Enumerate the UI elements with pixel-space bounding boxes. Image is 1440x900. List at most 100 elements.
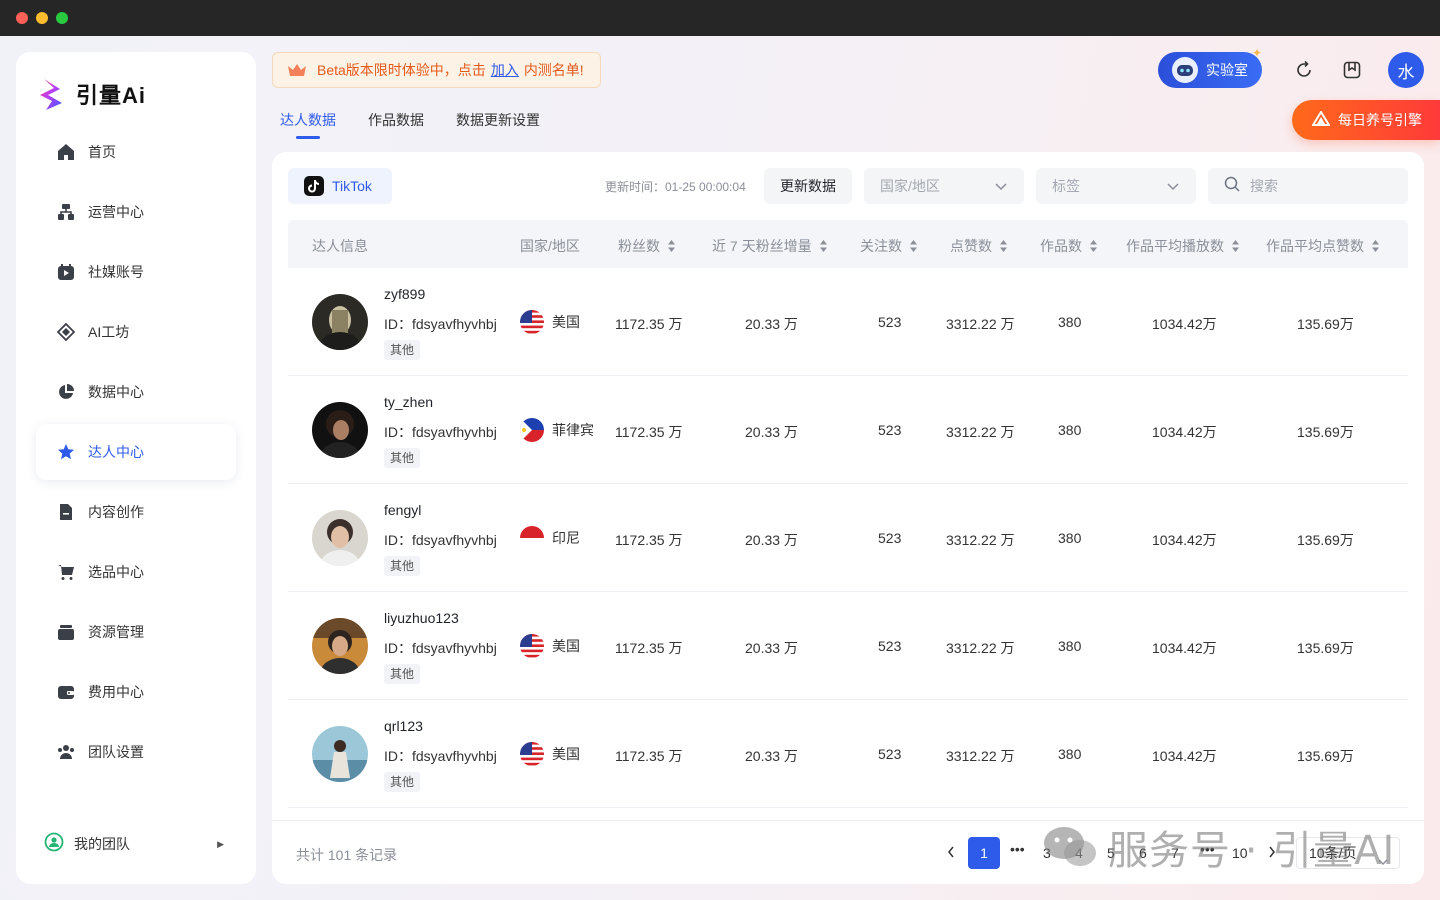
- tab-update-settings[interactable]: 数据更新设置: [456, 110, 540, 140]
- header-fans[interactable]: 粉丝数: [618, 236, 675, 256]
- tag-select[interactable]: 标签: [1036, 168, 1196, 204]
- header-avg-likes[interactable]: 作品平均点赞数: [1266, 236, 1379, 256]
- creator-tag: 其他: [384, 772, 421, 792]
- creator-data-card: TikTok 更新时间：01-25 00:00:04 更新数据 国家/地区 标签…: [272, 152, 1424, 884]
- country-name: 美国: [552, 746, 580, 762]
- us-flag-icon: [520, 310, 544, 334]
- creator-name[interactable]: qrl123: [384, 718, 423, 734]
- works-cell: 380: [1058, 422, 1082, 438]
- sort-icon: [1372, 240, 1379, 252]
- tab-creator-data[interactable]: 达人数据: [280, 110, 336, 140]
- prev-page-icon[interactable]: [946, 845, 956, 862]
- country-name: 菲律宾: [552, 422, 594, 438]
- sidebar-item-billing[interactable]: 费用中心: [36, 664, 236, 720]
- page-number[interactable]: 5: [1107, 845, 1115, 861]
- sort-icon: [910, 240, 917, 252]
- sort-icon: [1232, 240, 1239, 252]
- page-number[interactable]: 4: [1075, 845, 1083, 861]
- search-input[interactable]: [1250, 178, 1400, 194]
- update-data-button[interactable]: 更新数据: [764, 168, 852, 204]
- region-select[interactable]: 国家/地区: [864, 168, 1024, 204]
- my-team-button[interactable]: 我的团队 ▶: [44, 832, 224, 856]
- page-number[interactable]: 3: [1043, 845, 1051, 861]
- sidebar-item-ai-workshop[interactable]: AI工坊: [36, 304, 236, 360]
- creator-name[interactable]: ty_zhen: [384, 394, 433, 410]
- fans-cell: 1172.35 万: [615, 316, 683, 332]
- header-works[interactable]: 作品数: [1040, 236, 1097, 256]
- zoom-window-button[interactable]: [56, 12, 68, 24]
- star-icon: [56, 442, 76, 462]
- following-cell: 523: [878, 746, 902, 762]
- table-row[interactable]: fengyl ID：fdsyavfhyvhbj 其他 印尼 1172.35 万 …: [288, 484, 1408, 592]
- creator-tag: 其他: [384, 664, 421, 684]
- sidebar-item-label: 达人中心: [88, 444, 144, 460]
- join-beta-link[interactable]: 加入: [491, 60, 519, 80]
- creator-id: ID：fdsyavfhyvhbj: [384, 424, 497, 440]
- table-row[interactable]: ty_zhen ID：fdsyavfhyvhbj 其他 菲律宾 1172.35 …: [288, 376, 1408, 484]
- sidebar-item-data-center[interactable]: 数据中心: [36, 364, 236, 420]
- tiktok-icon: [304, 176, 324, 196]
- sidebar-item-label: 运营中心: [88, 204, 144, 220]
- ph-flag-icon: [520, 418, 544, 442]
- sidebar-item-product-selection[interactable]: 选品中心: [36, 544, 236, 600]
- search-box: [1208, 168, 1408, 204]
- lab-button[interactable]: 实验室 ✦: [1158, 46, 1262, 88]
- likes-cell: 3312.22 万: [946, 640, 1015, 656]
- creator-avatar: [312, 294, 368, 350]
- avg-likes-cell: 135.69万: [1297, 748, 1354, 764]
- page-current[interactable]: 1: [968, 837, 1000, 869]
- creator-avatar: [312, 402, 368, 458]
- header-label: 作品数: [1040, 238, 1082, 254]
- sidebar-item-media-accounts[interactable]: 社媒账号: [36, 244, 236, 300]
- header-label: 关注数: [860, 238, 902, 254]
- sidebar-item-creator-center[interactable]: 达人中心: [36, 424, 236, 480]
- table-row[interactable]: liyuzhuo123 ID：fdsyavfhyvhbj 其他 美国 1172.…: [288, 592, 1408, 700]
- creator-avatar: [312, 618, 368, 674]
- page-size-select[interactable]: 10条/页: [1296, 837, 1400, 869]
- table-row[interactable]: qrl123 ID：fdsyavfhyvhbj 其他 美国 1172.35 万 …: [288, 700, 1408, 808]
- works-cell: 380: [1058, 638, 1082, 654]
- sidebar-item-home[interactable]: 首页: [36, 124, 236, 180]
- header-avg-plays[interactable]: 作品平均播放数: [1126, 236, 1239, 256]
- chevron-down-icon: [1377, 848, 1389, 878]
- creator-name[interactable]: fengyl: [384, 502, 421, 518]
- creator-name[interactable]: zyf899: [384, 286, 425, 302]
- header-following[interactable]: 关注数: [860, 236, 917, 256]
- header-label: 国家/地区: [520, 238, 580, 254]
- sidebar-item-operations[interactable]: 运营中心: [36, 184, 236, 240]
- page-number[interactable]: 7: [1171, 845, 1179, 861]
- close-window-button[interactable]: [16, 12, 28, 24]
- creator-name[interactable]: liyuzhuo123: [384, 610, 459, 626]
- user-avatar[interactable]: 水: [1388, 52, 1424, 88]
- header-growth-7d[interactable]: 近 7 天粉丝增量: [712, 236, 827, 256]
- avg-likes-cell: 135.69万: [1297, 424, 1354, 440]
- tab-bar: 达人数据 作品数据 数据更新设置: [280, 110, 572, 140]
- bookmark-icon[interactable]: [1340, 58, 1364, 82]
- page-number[interactable]: 6: [1139, 845, 1147, 861]
- table-header: 达人信息 国家/地区 粉丝数 近 7 天粉丝增量 关注数 点赞数 作品数 作品平…: [288, 220, 1408, 268]
- beta-banner: Beta版本限时体验中，点击 加入 内测名单!: [272, 52, 601, 88]
- more-pages-icon[interactable]: •••: [1010, 841, 1025, 857]
- refresh-icon[interactable]: [1292, 58, 1316, 82]
- sidebar-item-resources[interactable]: 资源管理: [36, 604, 236, 660]
- next-page-icon[interactable]: [1267, 845, 1277, 862]
- page-number[interactable]: 10: [1232, 845, 1248, 861]
- tag-select-placeholder: 标签: [1052, 178, 1080, 194]
- header-likes[interactable]: 点赞数: [950, 236, 1007, 256]
- header-label: 点赞数: [950, 238, 992, 254]
- sidebar-item-team-settings[interactable]: 团队设置: [36, 724, 236, 780]
- table-body: zyf899 ID：fdsyavfhyvhbj 其他 美国 1172.35 万 …: [288, 268, 1408, 808]
- app-logo[interactable]: 引量Ai: [38, 72, 146, 116]
- sidebar-item-label: 数据中心: [88, 384, 144, 400]
- following-cell: 523: [878, 638, 902, 654]
- more-pages-icon[interactable]: •••: [1200, 841, 1215, 857]
- tab-works-data[interactable]: 作品数据: [368, 110, 424, 140]
- daily-engine-button[interactable]: 每日养号引擎: [1292, 100, 1440, 140]
- app-name: 引量Ai: [76, 83, 147, 108]
- sidebar-item-content-creation[interactable]: 内容创作: [36, 484, 236, 540]
- logo-icon: [40, 79, 62, 110]
- table-row[interactable]: zyf899 ID：fdsyavfhyvhbj 其他 美国 1172.35 万 …: [288, 268, 1408, 376]
- creator-id: ID：fdsyavfhyvhbj: [384, 316, 497, 332]
- minimize-window-button[interactable]: [36, 12, 48, 24]
- platform-tiktok-button[interactable]: TikTok: [288, 168, 392, 204]
